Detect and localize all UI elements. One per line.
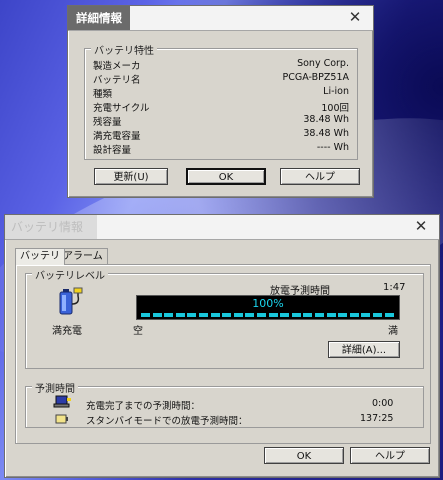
battery-level-label: バッテリレベル — [32, 267, 108, 282]
laptop-charge-icon — [53, 395, 71, 409]
gauge-segment — [233, 313, 243, 317]
property-row: 製造メーカ Sony Corp. — [93, 58, 349, 72]
tab-strip: バッテリ アラーム — [15, 248, 429, 265]
estimate-label: 予測時間 — [32, 380, 78, 395]
gauge-segment — [361, 313, 371, 317]
gauge-segment — [384, 313, 394, 317]
gauge-segment — [349, 313, 359, 317]
gauge-segment — [222, 313, 232, 317]
battery-window-title: バッテリ情報 — [5, 215, 97, 239]
close-icon[interactable]: ✕ — [413, 218, 429, 234]
charge-complete-label: 充電完了までの予測時間： — [86, 401, 201, 412]
battery-level-gauge: 100% — [136, 295, 400, 320]
details-title: 詳細情報 — [68, 6, 130, 30]
charge-complete-time: 0:00 — [372, 398, 394, 409]
gauge-segment — [338, 313, 348, 317]
gauge-segment — [280, 313, 290, 317]
gauge-segment — [291, 313, 301, 317]
battery-help-button[interactable]: ヘルプ — [350, 447, 430, 464]
gauge-segment — [315, 313, 324, 317]
property-row: 種類 Li-ion — [93, 86, 349, 100]
gauge-segment — [373, 313, 382, 317]
gauge-segment — [164, 313, 174, 317]
close-icon[interactable]: ✕ — [347, 9, 363, 25]
gauge-percent-text: 100% — [252, 297, 284, 310]
gauge-segment — [257, 313, 266, 317]
details-dialog: 詳細情報 ✕ バッテリ特性 製造メーカ Sony Corp. バッテリ名 PCGA-… — [67, 5, 374, 198]
details-button[interactable]: 詳細(A)... — [328, 341, 400, 358]
standby-battery-icon — [55, 414, 69, 424]
battery-properties-label: バッテリ特性 — [91, 42, 157, 57]
tab-alarm[interactable]: アラーム — [58, 248, 108, 264]
battery-ok-button[interactable]: OK — [264, 447, 344, 464]
ok-button[interactable]: OK — [186, 168, 266, 185]
battery-titlebar[interactable]: バッテリ情報 ✕ — [5, 215, 439, 240]
property-row: 設計容量 ---- Wh — [93, 142, 349, 156]
gauge-segment — [199, 313, 208, 317]
gauge-segment — [210, 313, 220, 317]
help-button[interactable]: ヘルプ — [280, 168, 360, 185]
property-row: 満充電容量 38.48 Wh — [93, 128, 349, 142]
gauge-segment — [326, 313, 336, 317]
gauge-empty-label: 空 — [133, 326, 143, 337]
gauge-segment — [152, 313, 162, 317]
tab-battery[interactable]: バッテリ — [15, 248, 65, 265]
property-row: 残容量 38.48 Wh — [93, 114, 349, 128]
standby-discharge-label: スタンバイモードでの放電予測時間： — [86, 416, 248, 427]
discharge-estimate-time: 1:47 — [383, 282, 406, 293]
gauge-segment — [303, 313, 313, 317]
gauge-segment — [245, 313, 255, 317]
property-row: バッテリ名 PCGA-BPZ51A — [93, 72, 349, 86]
gauge-segment — [141, 313, 150, 317]
battery-plug-icon — [58, 286, 84, 316]
battery-status-text: 満充電 — [52, 326, 82, 337]
gauge-segment — [175, 313, 185, 317]
property-row: 充電サイクル 100回 — [93, 103, 349, 114]
update-button[interactable]: 更新(U) — [94, 168, 168, 185]
details-titlebar[interactable]: 詳細情報 ✕ — [68, 6, 373, 31]
gauge-segment — [187, 313, 197, 317]
gauge-segment — [268, 313, 278, 317]
standby-discharge-time: 137:25 — [360, 413, 394, 424]
gauge-full-label: 満 — [388, 326, 398, 337]
battery-properties-group: バッテリ特性 製造メーカ Sony Corp. バッテリ名 PCGA-BPZ51A … — [84, 42, 358, 160]
